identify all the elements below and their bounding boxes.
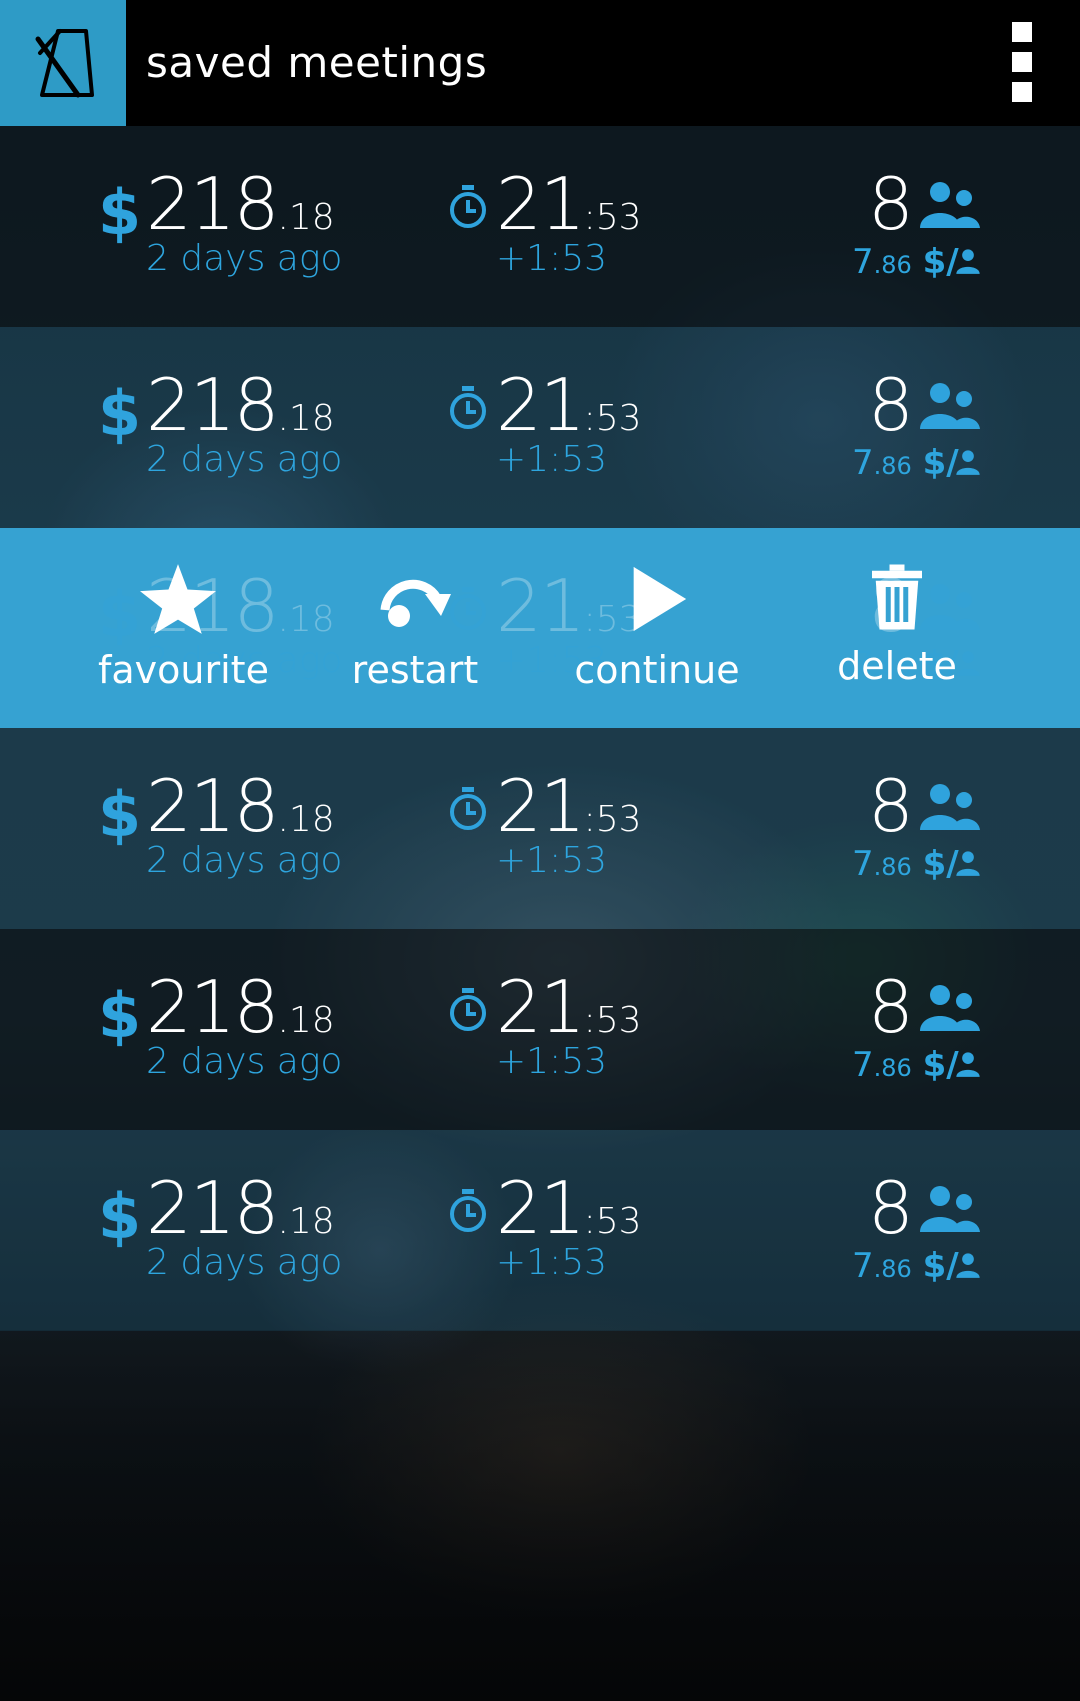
- meeting-overtime: +1:53: [496, 238, 608, 279]
- meeting-duration: 21:53: [496, 363, 642, 447]
- delete-button[interactable]: delete: [832, 564, 962, 688]
- favourite-button[interactable]: favourite: [98, 564, 269, 692]
- meeting-age: 2 days ago: [146, 1041, 343, 1082]
- rate-per-person: 7.86 $/: [852, 844, 959, 884]
- meeting-cost: 218.18: [146, 764, 335, 848]
- meeting-overtime: +1:53: [496, 840, 608, 881]
- stopwatch-icon: [448, 786, 488, 836]
- meeting-duration: 21:53: [496, 764, 642, 848]
- person-icon: [954, 1250, 982, 1284]
- meeting-row[interactable]: $ 218.18 2 days ago 21:53 +1:53 8 7.86 $…: [0, 327, 1080, 528]
- rate-per-person: 7.86 $/: [852, 443, 959, 483]
- person-icon: [954, 246, 982, 280]
- continue-label: continue: [574, 648, 740, 692]
- person-icon: [954, 447, 982, 481]
- meeting-age: 2 days ago: [146, 840, 343, 881]
- rate-per-person: 7.86 $/: [852, 242, 959, 282]
- meeting-duration: 21:53: [496, 162, 642, 246]
- play-icon: [633, 566, 687, 632]
- star-icon: [140, 564, 216, 634]
- meeting-row[interactable]: $ 218.18 2 days ago 21:53 +1:53 8 7.86 $…: [0, 728, 1080, 929]
- people-icon: [918, 381, 980, 435]
- attendee-count: 8: [868, 764, 914, 848]
- attendee-count: 8: [868, 162, 914, 246]
- meeting-duration: 21:53: [496, 1166, 642, 1250]
- restart-icon: [380, 579, 451, 627]
- meeting-overtime: +1:53: [496, 1242, 608, 1283]
- delete-label: delete: [837, 644, 957, 688]
- meeting-cost: 218.18: [146, 162, 335, 246]
- page-title: saved meetings: [146, 38, 488, 87]
- meeting-row[interactable]: $ 218.18 2 days ago 21:53 +1:53 8 7.86 $…: [0, 1130, 1080, 1331]
- dollar-icon: $: [98, 778, 142, 851]
- meeting-age: 2 days ago: [146, 439, 343, 480]
- favourite-label: favourite: [98, 648, 269, 692]
- overflow-menu-icon[interactable]: [1012, 22, 1036, 102]
- dollar-icon: $: [98, 1180, 142, 1253]
- dollar-icon: $: [98, 176, 142, 249]
- people-icon: [918, 983, 980, 1037]
- people-icon: [918, 1184, 980, 1238]
- meeting-age: 2 days ago: [146, 1242, 343, 1283]
- meeting-overtime: +1:53: [496, 1041, 608, 1082]
- stopwatch-icon: [448, 1188, 488, 1238]
- attendee-count: 8: [868, 965, 914, 1049]
- stopwatch-icon: [448, 385, 488, 435]
- attendee-count: 8: [868, 363, 914, 447]
- meeting-duration: 21:53: [496, 965, 642, 1049]
- meeting-row[interactable]: $ 218.18 2 days ago 21:53 +1:53 8 7.86 $…: [0, 126, 1080, 327]
- meeting-overtime: +1:53: [496, 439, 608, 480]
- swipe-action-row: $ 218.18 2 days ago 21:53 +1:53 8 7.86 $…: [0, 528, 1080, 728]
- person-icon: [954, 848, 982, 882]
- people-icon: [918, 782, 980, 836]
- meeting-row[interactable]: $ 218.18 2 days ago 21:53 +1:53 8 7.86 $…: [0, 929, 1080, 1130]
- stopwatch-icon: [448, 987, 488, 1037]
- meeting-cost: 218.18: [146, 1166, 335, 1250]
- attendee-count: 8: [868, 1166, 914, 1250]
- people-icon: [918, 180, 980, 234]
- stopwatch-icon: [448, 184, 488, 234]
- meeting-cost: 218.18: [146, 363, 335, 447]
- restart-label: restart: [351, 648, 479, 692]
- person-icon: [954, 1049, 982, 1083]
- app-logo-icon[interactable]: [0, 0, 126, 126]
- continue-button[interactable]: continue: [574, 564, 740, 692]
- meeting-age: 2 days ago: [146, 238, 343, 279]
- dollar-icon: $: [98, 377, 142, 450]
- empty-area: [0, 1330, 1080, 1701]
- app-bar: saved meetings: [0, 0, 1080, 126]
- rate-per-person: 7.86 $/: [852, 1045, 959, 1085]
- meeting-cost: 218.18: [146, 965, 335, 1049]
- trash-icon: [872, 564, 922, 630]
- dollar-icon: $: [98, 979, 142, 1052]
- rate-per-person: 7.86 $/: [852, 1246, 959, 1286]
- restart-button[interactable]: restart: [340, 564, 490, 692]
